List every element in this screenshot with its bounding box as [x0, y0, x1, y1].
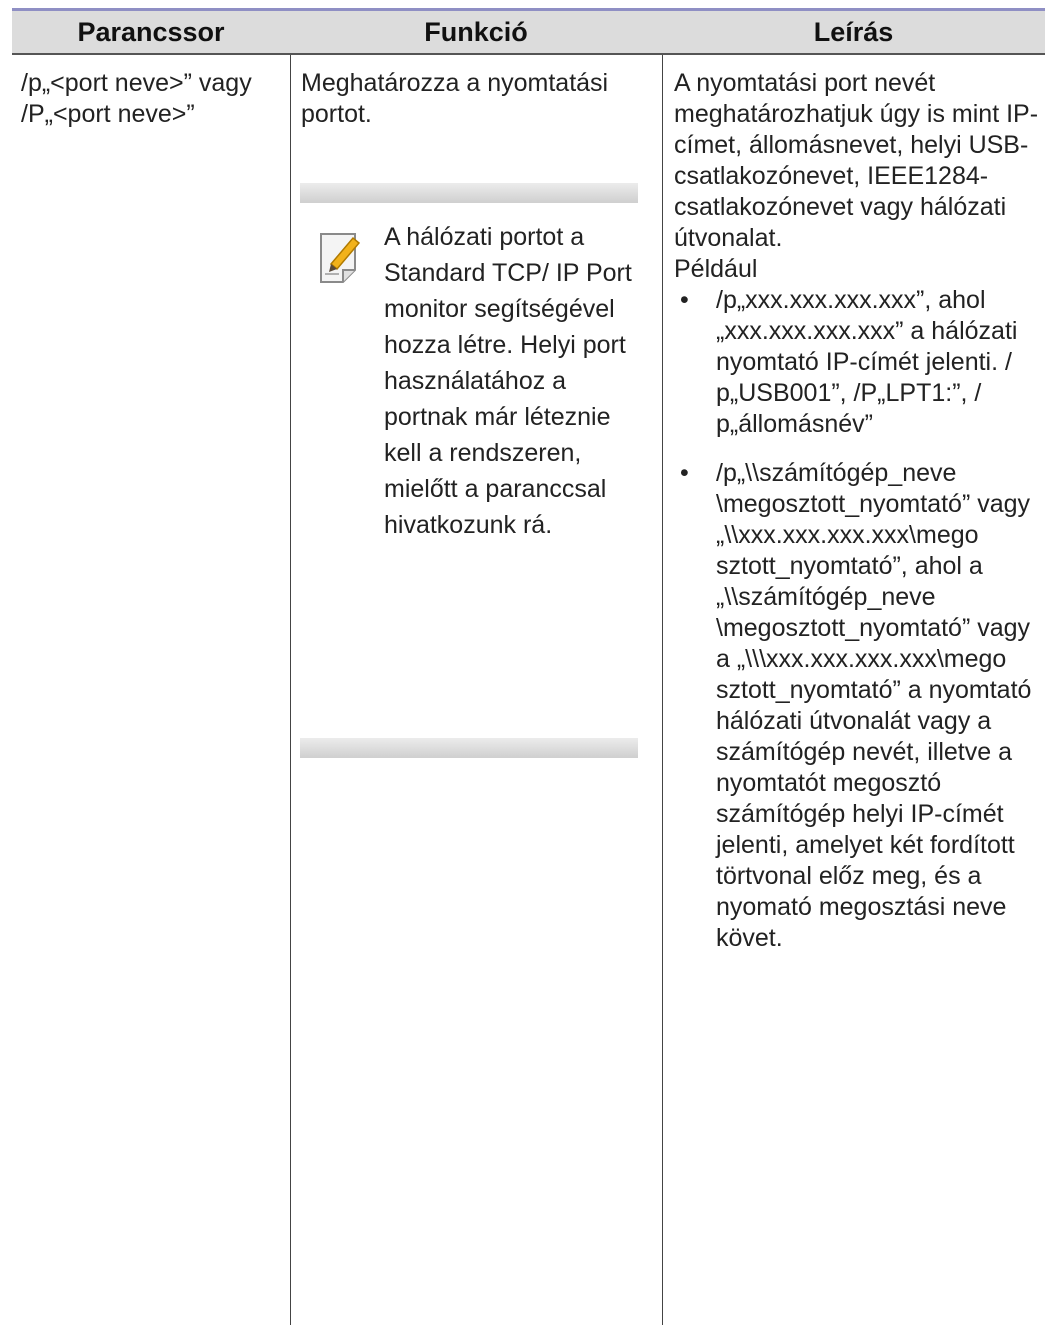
column-divider: [290, 55, 291, 1325]
column-divider: [662, 55, 663, 1325]
command-cell: /p„<port neve>” vagy /P„<port neve>”: [21, 68, 269, 130]
list-item: • /p„xxx.xxx.xxx.xxx”, ahol „xxx.xxx.xxx.…: [674, 285, 1039, 440]
description-text: A nyomtatási port nevét meghatározhatjuk…: [674, 69, 1039, 252]
header-command: Parancssor: [77, 17, 225, 47]
example-list: • /p„xxx.xxx.xxx.xxx”, ahol „xxx.xxx.xxx.…: [674, 285, 1039, 954]
note-top-bar: [300, 183, 638, 203]
description-cell: A nyomtatási port nevét meghatározhatjuk…: [674, 68, 1039, 972]
function-cell: Meghatározza a nyomtatási portot.: [301, 68, 631, 130]
list-item-text: /p„xxx.xxx.xxx.xxx”, ahol „xxx.xxx.xxx.x…: [716, 286, 1018, 438]
example-label: Például: [674, 255, 758, 283]
table-header: Parancssor Funkció Leírás: [12, 11, 1045, 55]
note-text: A hálózati portot a Standard TCP/ IP Por…: [384, 223, 632, 539]
bullet-marker: •: [680, 286, 689, 314]
header-function: Funkció: [424, 17, 528, 47]
note-pencil-icon: [320, 233, 361, 283]
bullet-marker: •: [680, 459, 689, 487]
command-text: /p„<port neve>” vagy /P„<port neve>”: [21, 69, 252, 128]
header-description: Leírás: [813, 17, 894, 47]
function-text: Meghatározza a nyomtatási portot.: [301, 69, 609, 128]
list-item: • /p„\\számítógép_neve \megosztott_nyomta…: [674, 458, 1039, 954]
note-bottom-bar: [300, 738, 638, 758]
note-box: A hálózati portot a Standard TCP/ IP Por…: [300, 183, 638, 758]
list-item-text: /p„\\számítógép_neve \megosztott_nyomtat…: [716, 459, 1032, 952]
